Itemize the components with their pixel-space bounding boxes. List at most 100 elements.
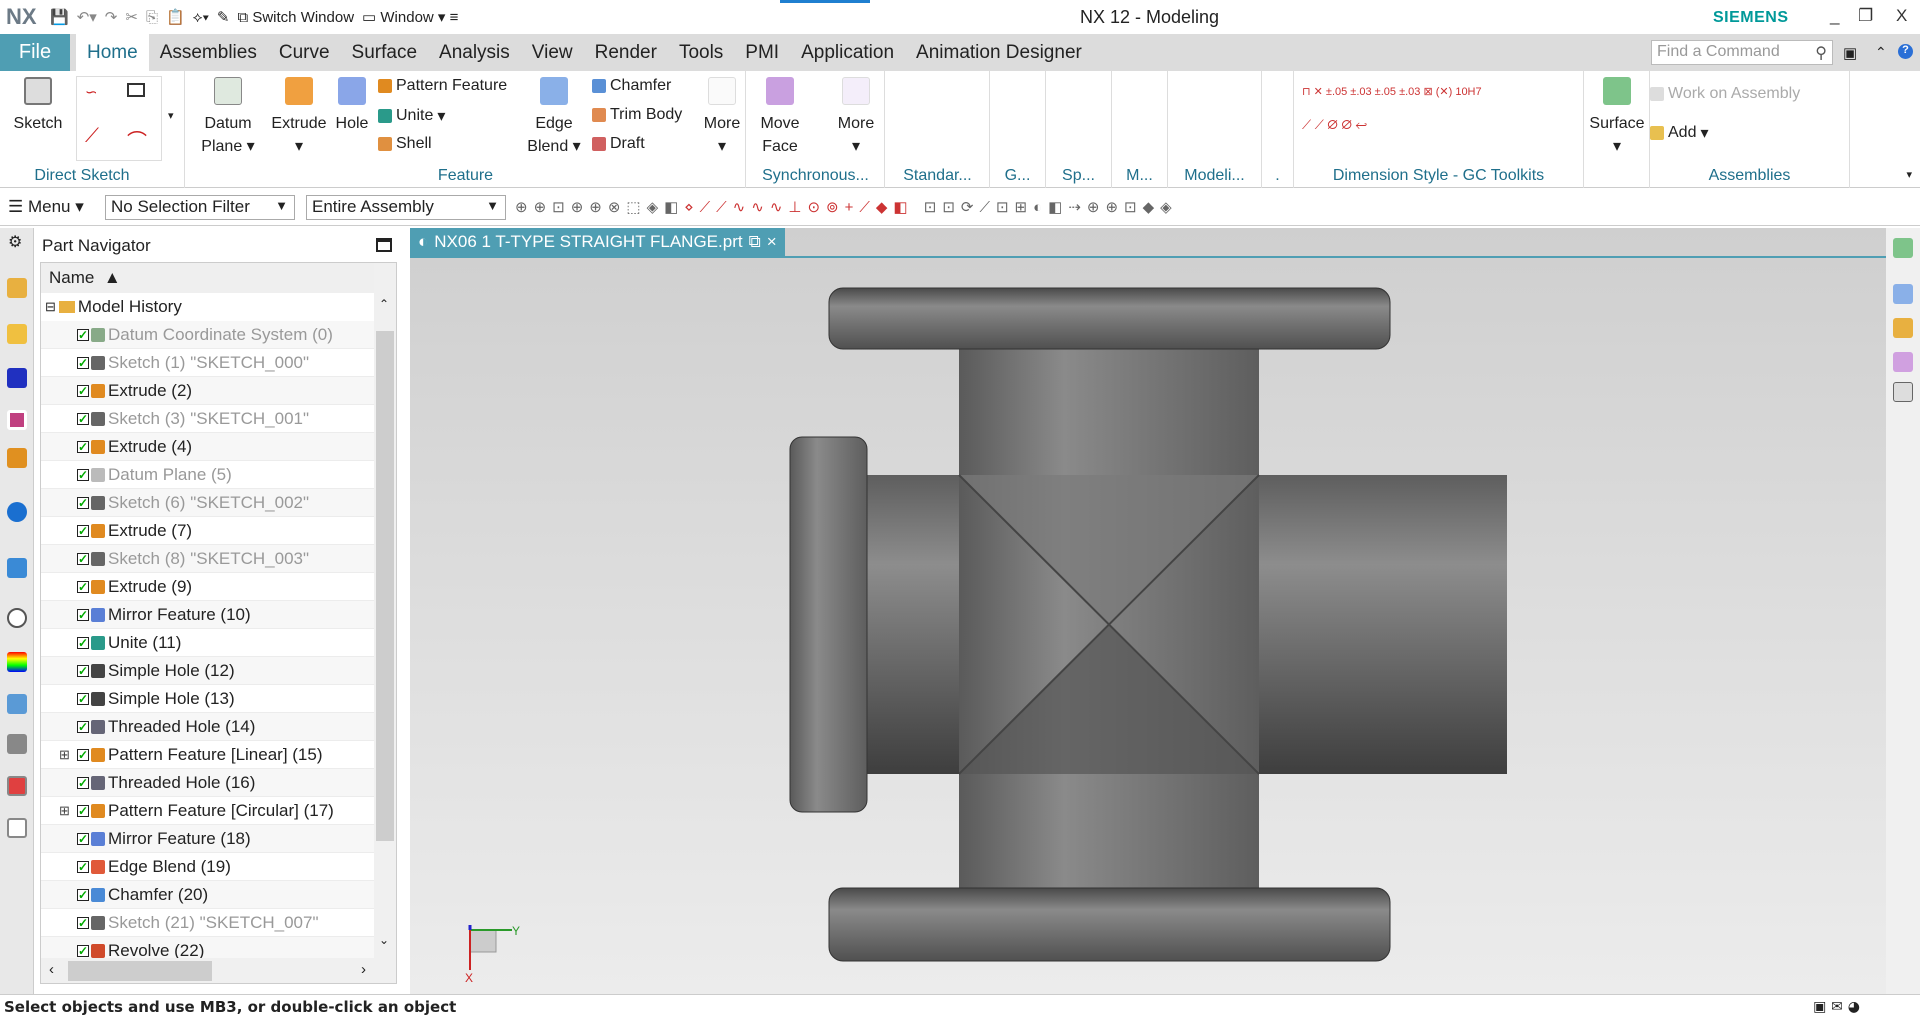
tab-render[interactable]: Render — [584, 34, 668, 71]
part-file-tab[interactable]: ◐ NX06 1 T-TYPE STRAIGHT FLANGE.prt ⧉ × — [410, 228, 785, 256]
feature-row[interactable]: ✓ Sketch (6) "SKETCH_002" — [41, 489, 374, 517]
info-icon[interactable] — [7, 502, 27, 522]
surface-button[interactable]: Surface ▾ — [1588, 77, 1646, 158]
find-command-input[interactable]: Find a Command ⚲ — [1651, 40, 1833, 65]
feature-row[interactable]: ✓ Threaded Hole (14) — [41, 713, 374, 741]
shaded-view-icon[interactable] — [1893, 284, 1913, 304]
surface-tool-icon[interactable] — [1893, 238, 1913, 258]
tab-tools[interactable]: Tools — [668, 34, 734, 71]
feature-row[interactable]: ⊞ ✓ Pattern Feature [Linear] (15) — [41, 741, 374, 769]
undock-tab-icon[interactable]: ⧉ — [749, 232, 761, 252]
touch-mode-icon[interactable]: ✎ — [217, 8, 230, 26]
tab-assemblies[interactable]: Assemblies — [149, 34, 268, 71]
top-flange[interactable] — [828, 287, 1391, 350]
feature-row[interactable]: ⊞ ✓ Pattern Feature [Circular] (17) — [41, 797, 374, 825]
maximize-navigator-icon[interactable] — [376, 238, 392, 252]
sketch-curve-gallery[interactable]: ∽ ⟋ ⌒ — [76, 76, 162, 161]
expand-icon[interactable]: ⊞ — [59, 747, 70, 763]
tab-application[interactable]: Application — [790, 34, 905, 71]
graphics-window[interactable]: Y X ◐ NX06 1 T-TYPE STRAIGHT FLANGE.prt … — [410, 228, 1886, 994]
visibility-checkbox[interactable]: ✓ — [77, 636, 89, 649]
feature-row[interactable]: ✓ Sketch (21) "SKETCH_007" — [41, 909, 374, 937]
feature-more-button[interactable]: More ▾ — [700, 77, 744, 158]
horizontal-scrollbar[interactable]: ‹ › — [41, 958, 396, 983]
sketch-button[interactable]: Sketch — [8, 77, 68, 135]
visibility-checkbox[interactable]: ✓ — [77, 748, 89, 761]
datum-plane-button[interactable]: Datum Plane ▾ — [198, 77, 258, 158]
expand-icon[interactable]: ⊞ — [59, 803, 70, 819]
roles-icon[interactable] — [7, 734, 27, 754]
extrude-button[interactable]: Extrude ▾ — [268, 77, 330, 158]
feature-row[interactable]: ✓ Extrude (9) — [41, 573, 374, 601]
vertical-scroll-thumb[interactable] — [376, 331, 394, 841]
visibility-checkbox[interactable]: ✓ — [77, 468, 89, 481]
feature-row[interactable]: ✓ Mirror Feature (10) — [41, 601, 374, 629]
window-menu-button[interactable]: ▭ Window ▾ ≡ — [362, 8, 458, 26]
tab-home[interactable]: Home — [76, 34, 149, 71]
part-navigator-icon[interactable] — [7, 368, 27, 388]
arc-icon[interactable]: ⌒ — [127, 125, 147, 154]
draft-button[interactable]: Draft — [592, 135, 645, 153]
feature-row[interactable]: ✓ Sketch (3) "SKETCH_001" — [41, 405, 374, 433]
tab-animation-designer[interactable]: Animation Designer — [905, 34, 1093, 71]
status-icons[interactable]: ▣ ✉ ◕ — [1813, 999, 1860, 1015]
trim-body-button[interactable]: Trim Body — [592, 106, 682, 124]
feature-row[interactable]: ✓ Extrude (2) — [41, 377, 374, 405]
tab-curve[interactable]: Curve — [268, 34, 341, 71]
feature-row[interactable]: ✓ Edge Blend (19) — [41, 853, 374, 881]
t-type-flange-model[interactable] — [789, 287, 1507, 962]
selection-scope-dropdown[interactable]: Entire Assembly ▼ — [306, 195, 506, 220]
visibility-checkbox[interactable]: ✓ — [77, 524, 89, 537]
scroll-down-icon[interactable]: ⌄ — [379, 933, 389, 947]
restore-button[interactable]: ❐ — [1858, 6, 1873, 26]
add-component-button[interactable]: Add ▾ — [1650, 123, 1709, 143]
ribbon-options-icon[interactable]: ▣ — [1843, 44, 1857, 62]
dimension-style-icons[interactable]: ⊓ ✕ ±.05 ±.03 ±.05 ±.03 ⊠ (✕) 10H7 — [1302, 85, 1482, 98]
visibility-checkbox[interactable]: ✓ — [77, 552, 89, 565]
minimize-button[interactable]: _ — [1830, 6, 1839, 26]
visibility-checkbox[interactable]: ✓ — [77, 496, 89, 509]
constraint-navigator-icon[interactable] — [7, 324, 27, 344]
feature-row[interactable]: ✓ Datum Plane (5) — [41, 461, 374, 489]
scroll-up-icon[interactable]: ⌃ — [379, 297, 389, 311]
switch-window-button[interactable]: ⧉ Switch Window — [237, 9, 354, 26]
visibility-checkbox[interactable]: ✓ — [77, 944, 89, 957]
feature-row[interactable]: ✓ Chamfer (20) — [41, 881, 374, 909]
visibility-checkbox[interactable]: ✓ — [77, 804, 89, 817]
visibility-checkbox[interactable]: ✓ — [77, 580, 89, 593]
bottom-flange[interactable] — [828, 887, 1391, 962]
feature-row[interactable]: ✓ Sketch (1) "SKETCH_000" — [41, 349, 374, 377]
vertical-scrollbar[interactable]: ⌃ ⌄ — [374, 263, 396, 958]
snap-icon[interactable]: ⟡▾ — [193, 9, 209, 26]
feature-row[interactable]: ✓ Extrude (7) — [41, 517, 374, 545]
edge-blend-button[interactable]: Edge Blend ▾ — [526, 77, 582, 158]
web-browser-icon[interactable] — [7, 558, 27, 578]
tab-view[interactable]: View — [521, 34, 584, 71]
feature-row[interactable]: ✓ Simple Hole (13) — [41, 685, 374, 713]
move-face-button[interactable]: Move Face — [755, 77, 805, 158]
close-button[interactable]: X — [1896, 6, 1907, 26]
synchronous-more-button[interactable]: More ▾ — [833, 77, 879, 158]
visibility-checkbox[interactable]: ✓ — [77, 412, 89, 425]
visibility-checkbox[interactable]: ✓ — [77, 888, 89, 901]
pattern-feature-button[interactable]: Pattern Feature — [378, 77, 507, 95]
left-flange[interactable] — [789, 436, 868, 813]
visibility-checkbox[interactable]: ✓ — [77, 720, 89, 733]
visibility-checkbox[interactable]: ✓ — [77, 692, 89, 705]
tab-surface[interactable]: Surface — [341, 34, 428, 71]
feature-row[interactable]: ✓ Extrude (4) — [41, 433, 374, 461]
redo-icon[interactable]: ↷ — [105, 8, 118, 26]
model-history-node[interactable]: ⊟ Model History — [41, 293, 374, 321]
name-column-header[interactable]: Name ▲ — [41, 263, 374, 293]
visibility-checkbox[interactable]: ✓ — [77, 356, 89, 369]
visibility-checkbox[interactable]: ✓ — [77, 916, 89, 929]
reuse-list-icon[interactable] — [7, 818, 27, 838]
settings-icon[interactable]: ⚙ — [8, 232, 22, 252]
horizontal-scroll-thumb[interactable] — [68, 961, 212, 981]
cut-icon[interactable]: ✂ — [125, 8, 138, 26]
shell-button[interactable]: Shell — [378, 135, 432, 153]
rectangle-icon[interactable] — [127, 83, 145, 97]
visibility-checkbox[interactable]: ✓ — [77, 776, 89, 789]
feature-row[interactable]: ✓ Revolve (22) — [41, 937, 374, 958]
selection-filter-dropdown[interactable]: No Selection Filter ▼ — [105, 195, 295, 220]
